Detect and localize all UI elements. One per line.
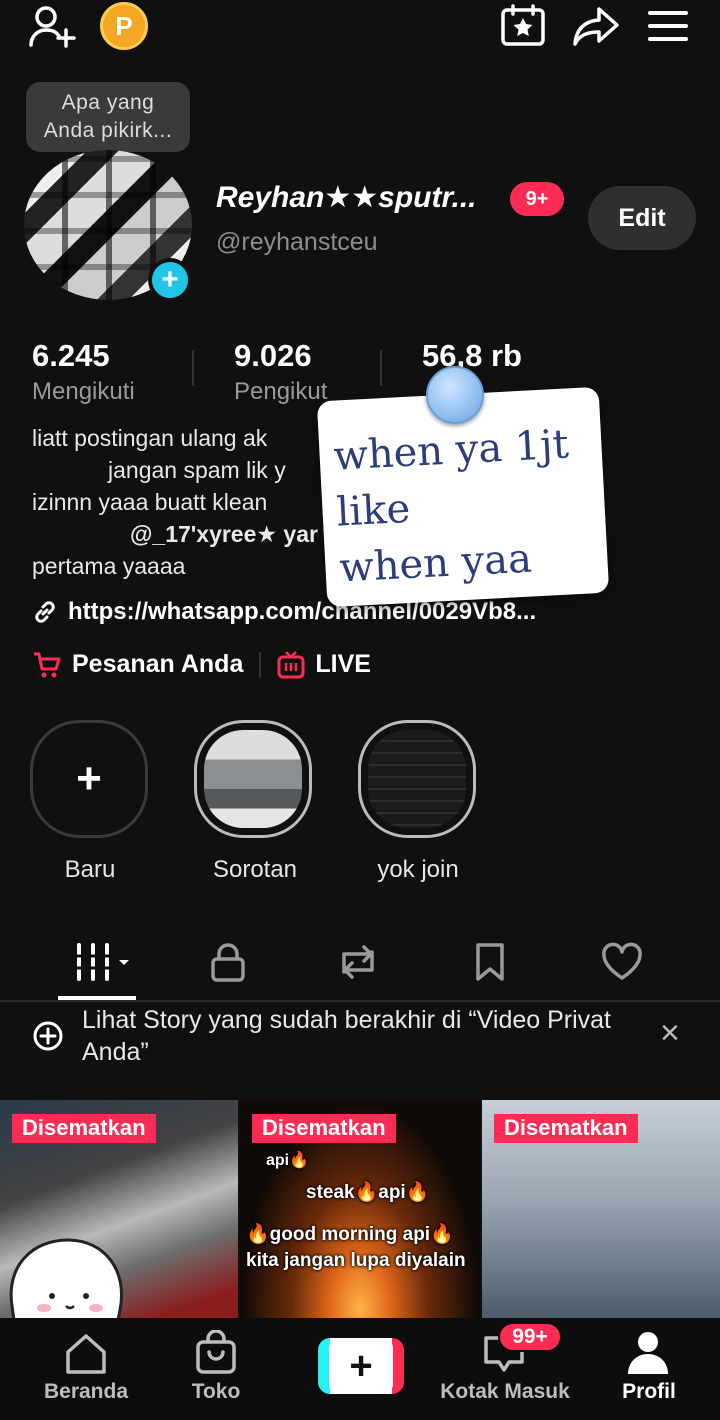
add-friend-icon[interactable] <box>28 4 78 48</box>
story-circle <box>194 720 312 838</box>
cart-icon <box>32 651 62 679</box>
nav-shop[interactable]: Toko <box>166 1380 266 1404</box>
video-thumbnail[interactable]: Disematkan api🔥 steak🔥api🔥 🔥good morning… <box>240 1100 480 1320</box>
shop-row: Pesanan Anda LIVE <box>32 650 371 679</box>
story-circle <box>358 720 476 838</box>
thought-bubble-line: Anda pikirk... <box>43 119 173 142</box>
notification-badge[interactable]: 9+ <box>510 182 564 216</box>
join-thumbnail <box>368 730 466 828</box>
banner-text: Lihat Story yang sudah berakhir di “Vide… <box>82 1006 612 1066</box>
video-caption: steak🔥api🔥 <box>306 1182 430 1203</box>
story-highlight[interactable] <box>194 720 312 838</box>
pinned-label: Disematkan <box>12 1114 156 1143</box>
tab-videos[interactable] <box>74 940 134 984</box>
pinned-label: Disematkan <box>252 1114 396 1143</box>
link-icon <box>32 599 58 625</box>
video-caption: api🔥 <box>266 1152 310 1169</box>
username: @reyhanstceu <box>216 228 378 256</box>
plus-icon: + <box>329 1338 393 1394</box>
stat-divider <box>380 350 382 386</box>
stat-value: 56,8 rb <box>422 338 522 373</box>
nav-home[interactable]: Beranda <box>16 1380 156 1404</box>
edit-profile-button[interactable]: Edit <box>588 186 696 250</box>
tab-private[interactable] <box>198 940 258 984</box>
nav-profile[interactable]: Profil <box>604 1380 694 1404</box>
tab-liked[interactable] <box>592 940 652 984</box>
live-link[interactable]: LIVE <box>315 650 371 679</box>
stat-value: 9.026 <box>234 338 312 373</box>
display-name: Reyhan★★sputr... <box>216 181 477 214</box>
bio-link[interactable]: https://whatsapp.com/channel/0029Vb8... <box>32 598 536 626</box>
lock-icon <box>211 943 245 982</box>
stat-followers[interactable]: 9.026 Pengikut <box>234 338 327 406</box>
story-label: yok join <box>377 856 459 883</box>
thought-bubble-line: Apa yang <box>61 91 155 114</box>
video-caption: kita jangan lupa diyalain <box>246 1250 466 1271</box>
bookmark-icon <box>476 943 504 981</box>
video-caption: 🔥good morning api🔥 <box>246 1224 454 1245</box>
repost-icon <box>342 945 374 979</box>
link-text: https://whatsapp.com/channel/0029Vb8... <box>68 598 537 625</box>
hamburger-menu-icon[interactable] <box>648 10 688 42</box>
shop-divider <box>259 651 262 678</box>
stat-value: 6.245 <box>32 338 110 373</box>
plus-icon: + <box>76 754 102 803</box>
pinned-label: Disematkan <box>494 1114 638 1143</box>
story-join[interactable] <box>358 720 476 838</box>
stat-label: Pengikut <box>234 378 328 405</box>
stat-following[interactable]: 6.245 Mengikuti <box>32 338 135 406</box>
stat-likes[interactable]: 56,8 rb <box>422 338 522 374</box>
tab-saved[interactable] <box>460 940 520 984</box>
story-new[interactable]: + <box>30 720 148 838</box>
inbox-badge: 99+ <box>498 1322 562 1352</box>
stat-divider <box>192 350 194 386</box>
create-button[interactable]: + <box>318 1338 404 1394</box>
shop-bag-icon[interactable] <box>194 1330 238 1374</box>
close-banner-icon[interactable]: × <box>660 1014 680 1053</box>
story-label: Sorotan <box>212 856 298 883</box>
story-circle: + <box>30 720 148 838</box>
profile-person-icon[interactable] <box>626 1330 670 1376</box>
add-story-plus-icon[interactable]: + <box>148 258 192 302</box>
live-icon <box>277 650 305 679</box>
story-archive-icon <box>32 1020 64 1052</box>
nav-inbox[interactable]: Kotak Masuk <box>430 1380 580 1404</box>
tab-reposts[interactable] <box>328 940 388 984</box>
highlight-thumbnail <box>204 730 302 828</box>
thought-bubble[interactable]: Apa yang Anda pikirk... <box>26 82 190 152</box>
pushpin-icon <box>426 366 484 424</box>
stat-label: Mengikuti <box>32 378 135 405</box>
story-label: Baru <box>64 856 116 883</box>
video-thumbnail[interactable]: Disematkan <box>482 1100 720 1320</box>
home-icon[interactable] <box>64 1332 108 1374</box>
orders-link[interactable]: Pesanan Anda <box>72 650 243 679</box>
heart-icon <box>602 942 642 980</box>
share-arrow-icon[interactable] <box>572 6 620 46</box>
calendar-star-icon[interactable] <box>500 4 546 46</box>
points-badge-icon[interactable]: P <box>100 2 148 50</box>
videos-grid-icon <box>77 943 129 981</box>
